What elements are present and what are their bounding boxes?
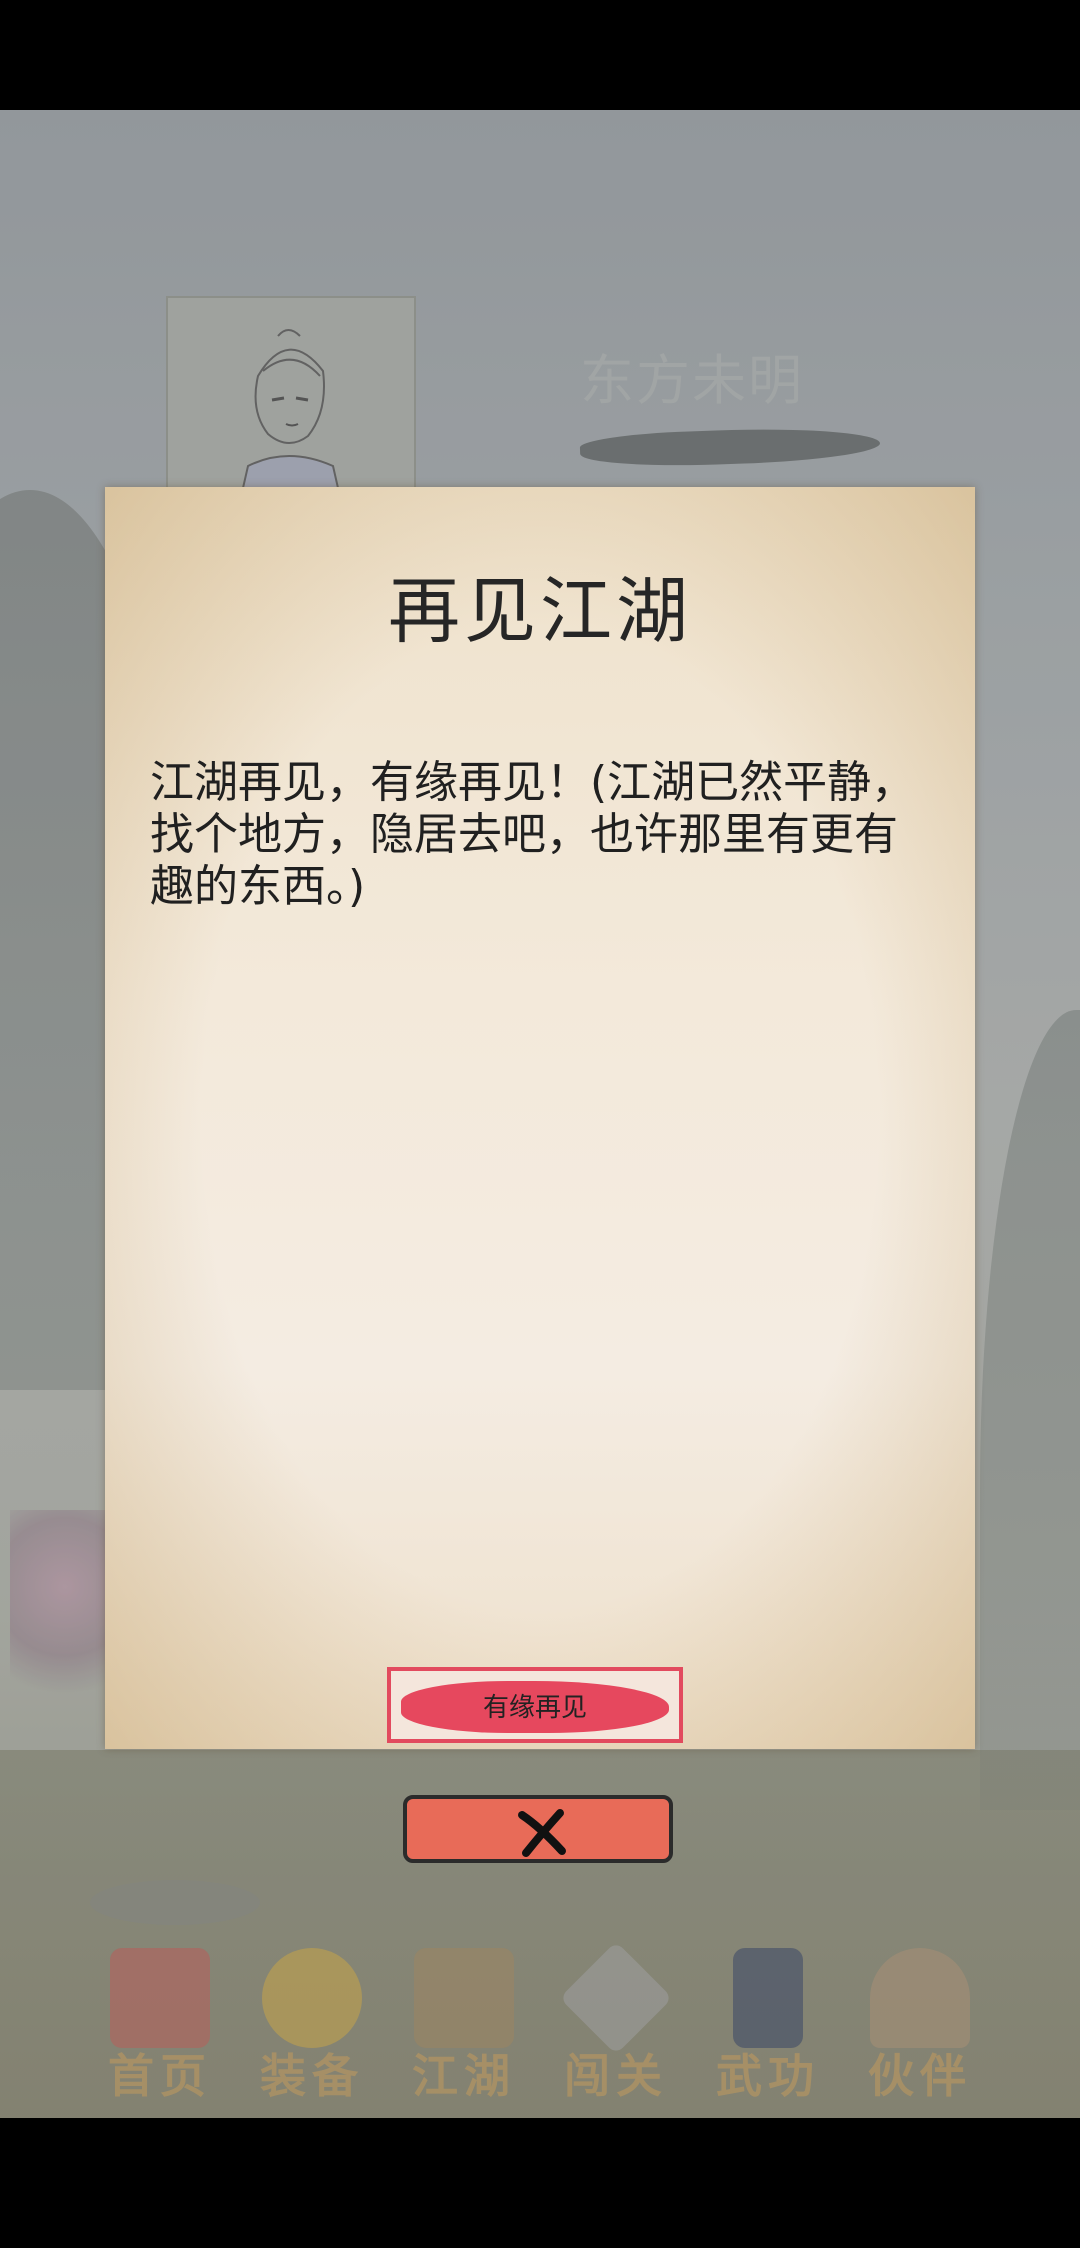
confirm-button[interactable]: 有缘再见 — [387, 1667, 683, 1743]
dialog-title: 再见江湖 — [387, 569, 692, 653]
close-x-icon — [518, 1809, 566, 1857]
close-button[interactable] — [403, 1795, 673, 1863]
farewell-dialog: 再见江湖 江湖再见，有缘再见！(江湖已然平静，找个地方，隐居去吧，也许那里有更有… — [105, 487, 975, 1749]
confirm-button-label: 有缘再见 — [482, 1693, 587, 1723]
system-nav-bar — [0, 2118, 1080, 2248]
game-screen: 东方未明 首页 装备 江湖 闯关 武功 伙伴 再见江湖 江湖再见，有缘再见！(江… — [0, 110, 1080, 2118]
dialog-message: 江湖再见，有缘再见！(江湖已然平静，找个地方，隐居去吧，也许那里有更有趣的东西。… — [150, 757, 916, 912]
status-bar — [0, 0, 1080, 110]
